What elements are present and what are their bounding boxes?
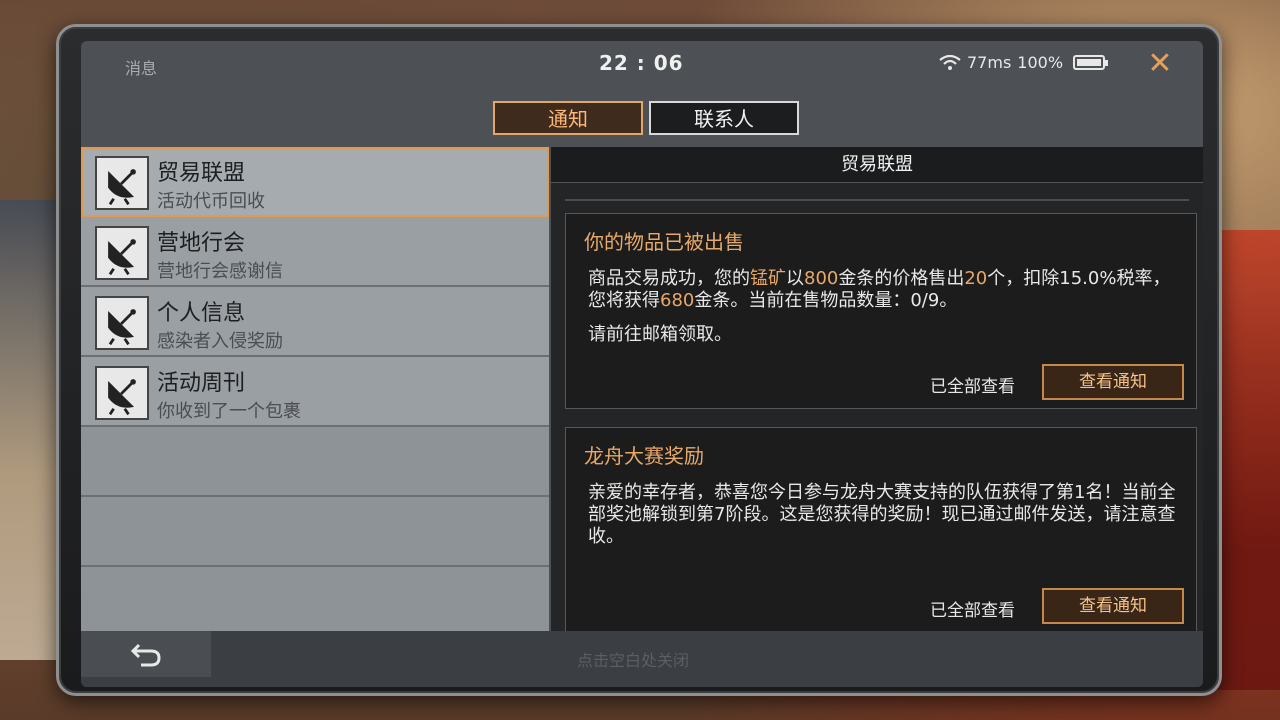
message-detail: 贸易联盟 你的物品已被出售 商品交易成功，您的锰矿以800金条的价格售出20个，… <box>551 147 1203 637</box>
tab-contacts[interactable]: 联系人 <box>649 101 799 135</box>
card-title: 龙舟大赛奖励 <box>584 444 704 468</box>
close-icon[interactable]: ✕ <box>1145 49 1175 79</box>
card-body: 商品交易成功，您的锰矿以800金条的价格售出20个，扣除15.0%税率，您将获得… <box>588 268 1178 358</box>
list-item-subtitle: 感染者入侵奖励 <box>157 331 283 352</box>
message-screen: 消息 22 : 06 77ms 100% ✕ 通知 联系人 贸易联盟 活动代币回… <box>81 41 1203 687</box>
card-body: 亲爱的幸存者，恭喜您今日参与龙舟大赛支持的队伍获得了第1名！当前全部奖池解锁到第… <box>588 482 1178 560</box>
back-arrow-icon <box>130 643 161 667</box>
tab-bar: 通知 联系人 <box>493 101 799 135</box>
list-item-title: 活动周刊 <box>157 371 246 396</box>
card-title: 你的物品已被出售 <box>584 230 744 254</box>
list-item-subtitle: 营地行会感谢信 <box>157 261 283 282</box>
empty-list-slot <box>81 497 549 567</box>
detail-header: 贸易联盟 <box>551 147 1203 183</box>
empty-list-slot <box>81 427 549 497</box>
read-all-label: 已全部查看 <box>930 377 1015 397</box>
battery-value: 100% <box>1017 53 1064 72</box>
view-notification-button[interactable]: 查看通知 <box>1042 588 1184 624</box>
tablet-frame: 消息 22 : 06 77ms 100% ✕ 通知 联系人 贸易联盟 活动代币回… <box>56 24 1222 696</box>
list-item[interactable]: 个人信息 感染者入侵奖励 <box>81 287 549 357</box>
satellite-dish-icon <box>95 366 149 420</box>
satellite-dish-icon <box>95 156 149 210</box>
card-message: 商品交易成功，您的锰矿以800金条的价格售出20个，扣除15.0%税率，您将获得… <box>588 268 1171 311</box>
status-indicators: 77ms 100% <box>939 53 1109 72</box>
notification-card: 你的物品已被出售 商品交易成功，您的锰矿以800金条的价格售出20个，扣除15.… <box>565 213 1197 409</box>
list-item[interactable]: 营地行会 营地行会感谢信 <box>81 217 549 287</box>
message-list: 贸易联盟 活动代币回收 营地行会 营地行会感谢信 个人信息 感染者入侵奖励 活动… <box>81 147 549 637</box>
list-item-subtitle: 你收到了一个包裹 <box>157 401 301 422</box>
list-item-title: 贸易联盟 <box>157 161 246 186</box>
divider <box>565 199 1189 201</box>
screen-title: 消息 <box>125 59 158 78</box>
card-message-footer: 请前往邮箱领取。 <box>588 324 732 345</box>
view-notification-button[interactable]: 查看通知 <box>1042 364 1184 400</box>
satellite-dish-icon <box>95 296 149 350</box>
read-all-label: 已全部查看 <box>930 601 1015 621</box>
list-item-subtitle: 活动代币回收 <box>157 191 265 212</box>
back-button[interactable] <box>81 631 211 677</box>
list-item[interactable]: 活动周刊 你收到了一个包裹 <box>81 357 549 427</box>
clock: 22 : 06 <box>599 51 684 75</box>
satellite-dish-icon <box>95 226 149 280</box>
empty-list-slot <box>81 567 549 637</box>
status-bar: 消息 22 : 06 77ms 100% ✕ <box>81 41 1203 101</box>
battery-icon <box>1073 55 1109 70</box>
notification-card: 龙舟大赛奖励 亲爱的幸存者，恭喜您今日参与龙舟大赛支持的队伍获得了第1名！当前全… <box>565 427 1197 637</box>
bottom-bar: 点击空白处关闭 <box>81 631 1203 687</box>
list-item-title: 营地行会 <box>157 231 246 256</box>
list-item-title: 个人信息 <box>157 301 246 326</box>
tab-notifications[interactable]: 通知 <box>493 101 643 135</box>
list-item[interactable]: 贸易联盟 活动代币回收 <box>81 147 549 217</box>
ping-value: 77ms <box>967 53 1012 72</box>
close-hint[interactable]: 点击空白处关闭 <box>577 647 689 671</box>
wifi-icon <box>939 54 961 70</box>
card-message: 亲爱的幸存者，恭喜您今日参与龙舟大赛支持的队伍获得了第1名！当前全部奖池解锁到第… <box>588 482 1176 547</box>
